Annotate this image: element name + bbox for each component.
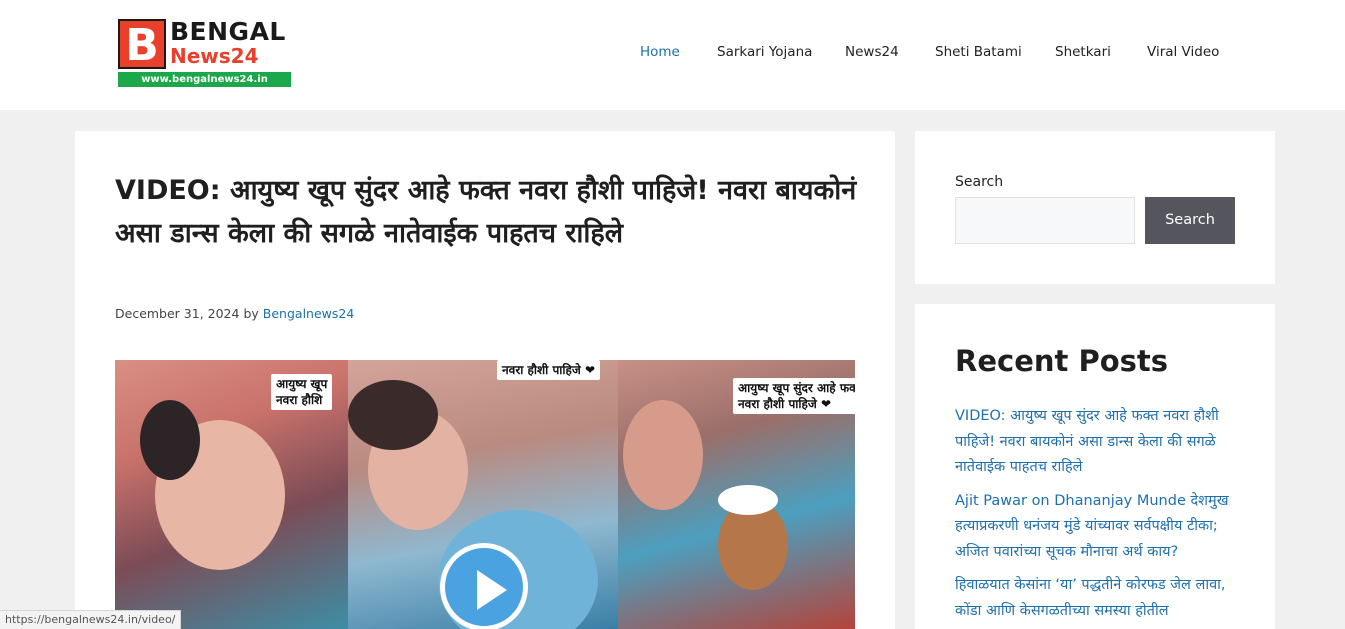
- dancer-hair-center: [348, 380, 438, 450]
- nav-item-sarkari-yojana[interactable]: Sarkari Yojana: [717, 44, 812, 60]
- bangles-left: [140, 400, 200, 480]
- search-label: Search: [955, 174, 1004, 190]
- article-by: by: [243, 306, 259, 321]
- video-caption-right: आयुष्य खूप सुंदर आहे फक्त नवरा हौशी पाहिज…: [733, 378, 855, 414]
- search-input[interactable]: [955, 197, 1135, 244]
- status-bar-url: https://bengalnews24.in/video/: [0, 610, 182, 629]
- onlooker-cap: [718, 485, 778, 515]
- play-icon[interactable]: [440, 543, 528, 629]
- recent-posts-list: VIDEO: आयुष्य खूप सुंदर आहे फक्त नवरा हौ…: [955, 404, 1245, 629]
- nav-item-viral-video[interactable]: Viral Video: [1147, 44, 1219, 60]
- article-title: VIDEO: आयुष्य खूप सुंदर आहे फक्त नवरा हौ…: [115, 175, 857, 249]
- article-author-link[interactable]: Bengalnews24: [263, 306, 355, 321]
- search-button[interactable]: Search: [1145, 197, 1235, 244]
- recent-posts-title: Recent Posts: [955, 344, 1169, 378]
- video-caption-center: नवरा हौशी पाहिजे ❤: [497, 360, 600, 380]
- logo-letter: B: [118, 19, 166, 71]
- recent-post-link[interactable]: VIDEO: आयुष्य खूप सुंदर आहे फक्त नवरा हौ…: [955, 404, 1245, 481]
- nav-item-home[interactable]: Home: [640, 44, 680, 60]
- nav-item-shetkari[interactable]: Shetkari: [1055, 44, 1111, 60]
- video-thumbnail[interactable]: आयुष्य खूप नवरा हौशि नवरा हौशी पाहिजे ❤ आ…: [115, 360, 855, 629]
- recent-posts-widget: Recent Posts VIDEO: आयुष्य खूप सुंदर आहे…: [915, 304, 1275, 629]
- logo-mid-text: News24: [170, 44, 259, 68]
- article-date: December 31, 2024: [115, 306, 240, 321]
- play-triangle: [477, 570, 507, 610]
- site-logo[interactable]: B BENGAL News24 www.bengalnews24.in: [118, 17, 292, 87]
- search-widget: Search Search: [915, 131, 1275, 284]
- recent-post-link[interactable]: हिवाळयात केसांना ‘या’ पद्धतीने कोरफड जेल…: [955, 573, 1245, 624]
- dancer-face-right: [623, 400, 703, 510]
- recent-post-link[interactable]: Ajit Pawar on Dhananjay Munde देशमुख हत्…: [955, 489, 1245, 566]
- site-header: B BENGAL News24 www.bengalnews24.in Home…: [0, 0, 1345, 110]
- video-caption-left: आयुष्य खूप नवरा हौशि: [271, 374, 333, 410]
- nav-item-sheti-batami[interactable]: Sheti Batami: [935, 44, 1022, 60]
- article-card: VIDEO: आयुष्य खूप सुंदर आहे फक्त नवरा हौ…: [75, 131, 895, 629]
- logo-top-text: BENGAL: [170, 17, 286, 46]
- nav-item-news24[interactable]: News24: [845, 44, 899, 60]
- article-meta: December 31, 2024 by Bengalnews24: [115, 306, 354, 321]
- logo-url-strip: www.bengalnews24.in: [118, 72, 291, 87]
